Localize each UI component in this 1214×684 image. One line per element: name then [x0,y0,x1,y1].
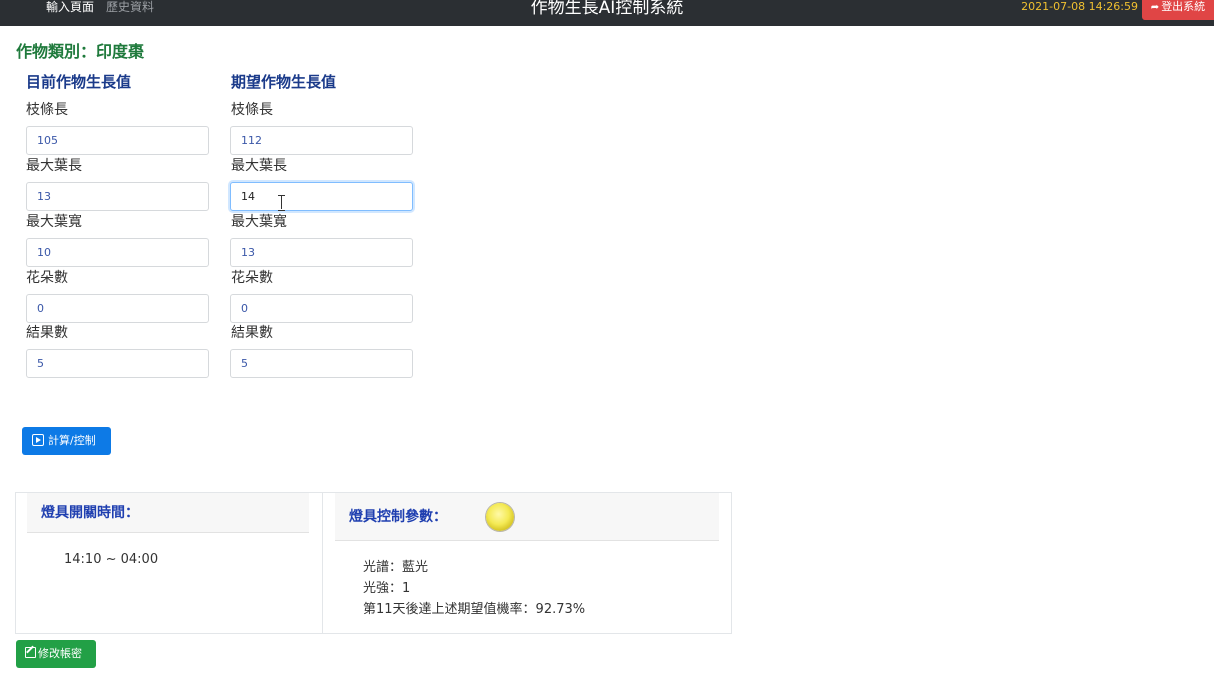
calculate-control-button[interactable]: 計算/控制 [22,427,111,455]
play-icon [32,434,44,446]
expected-leaf-width-label: 最大葉寬 [231,214,287,230]
current-leaf-length-label: 最大葉長 [26,158,82,174]
expected-leaf-length-label: 最大葉長 [231,158,287,174]
current-flowers-input[interactable]: 0 [26,294,209,323]
current-fruits-input[interactable]: 5 [26,349,209,378]
expected-fruits-label: 結果數 [231,325,273,341]
logout-label: 登出系統 [1161,0,1206,13]
expected-branch-input[interactable]: 112 [230,126,413,155]
light-intensity: 光強：1 [363,581,411,596]
logout-icon: ➦ [1150,2,1160,13]
light-time-range: 14:10 ~ 04:00 [64,552,159,567]
datetime: 2021-07-08 14:26:59 [1021,0,1138,13]
text-cursor-icon [278,195,285,211]
logout-button[interactable]: ➦ 登出系統 [1142,0,1214,20]
light-schedule-card: 燈具開關時間： 14:10 ~ 04:00 [15,492,323,634]
expected-flowers-label: 花朵數 [231,270,273,286]
edit-account-button[interactable]: 修改帳密 [16,640,96,668]
light-params-card: 燈具控制參數： 光譜：藍光 光強：1 第11天後達上述期望值機率：92.73% [322,492,732,634]
expected-fruits-input[interactable]: 5 [230,349,413,378]
target-probability: 第11天後達上述期望值機率：92.73% [363,602,586,617]
current-leaf-length-input[interactable]: 13 [26,182,209,211]
expected-leaf-width-input[interactable]: 13 [230,238,413,267]
current-flowers-label: 花朵數 [26,270,68,286]
crop-title: 作物類別：印度棗 [16,41,144,63]
edit-account-label: 修改帳密 [38,647,82,660]
light-params-title: 燈具控制參數： [349,509,447,525]
expected-flowers-input[interactable]: 0 [230,294,413,323]
current-heading: 目前作物生長值 [26,73,132,91]
edit-icon [25,647,36,658]
calculate-label: 計算/控制 [48,434,96,447]
light-schedule-title: 燈具開關時間： [41,505,139,521]
light-bulb-icon [486,503,514,531]
current-leaf-width-input[interactable]: 10 [26,238,209,267]
light-spectrum: 光譜：藍光 [363,560,429,575]
current-branch-label: 枝條長 [26,102,68,118]
current-fruits-label: 結果數 [26,325,68,341]
expected-leaf-length-input[interactable]: 14 [230,182,413,211]
crop-label: 作物類別： [16,42,97,61]
top-navbar: 輸入頁面 歷史資料 作物生長AI控制系統 2021-07-08 14:26:59… [0,0,1214,26]
crop-value: 印度棗 [96,42,145,61]
current-branch-input[interactable]: 105 [26,126,209,155]
light-schedule-header: 燈具開關時間： [27,493,309,533]
current-leaf-width-label: 最大葉寬 [26,214,82,230]
light-params-header: 燈具控制參數： [335,493,719,541]
expected-branch-label: 枝條長 [231,102,273,118]
expected-heading: 期望作物生長值 [231,73,337,91]
